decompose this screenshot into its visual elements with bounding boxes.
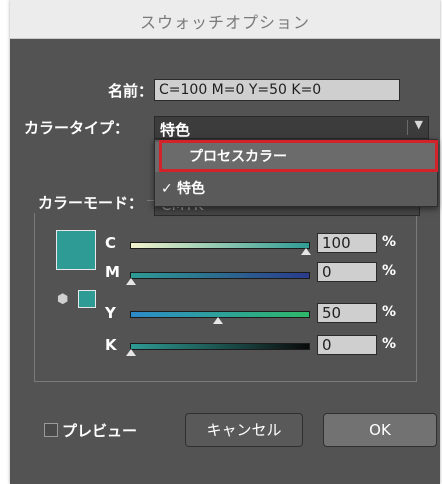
name-input[interactable]: C=100 M=0 Y=50 K=0 [154, 79, 400, 101]
channel-label-k: K [105, 336, 117, 354]
percent-y: % [382, 304, 397, 320]
color-swatch-small[interactable] [78, 290, 96, 308]
value-input-m[interactable]: 0 [317, 262, 377, 282]
percent-k: % [382, 336, 397, 352]
slider-thumb-k[interactable] [126, 349, 136, 356]
channel-label-m: M [105, 263, 120, 281]
channel-label-c: C [105, 234, 117, 252]
slider-thumb-m[interactable] [126, 278, 136, 285]
chevron-down-icon: ▼ [414, 118, 423, 131]
color-swatch-preview [56, 230, 96, 270]
value-input-k[interactable]: 0 [317, 335, 377, 355]
preview-label: プレビュー [62, 422, 138, 440]
slider-c[interactable] [130, 242, 310, 249]
highlight-box [159, 140, 438, 172]
menu-item-spot-color[interactable]: ✓ 特色 [155, 174, 437, 204]
slider-thumb-y[interactable] [213, 317, 223, 324]
value-input-y[interactable]: 50 [317, 303, 377, 323]
name-label: 名前： [108, 82, 154, 100]
check-icon: ✓ [161, 181, 173, 197]
menu-item-label: 特色 [177, 181, 205, 197]
preview-checkbox[interactable] [44, 423, 58, 437]
select-divider [407, 120, 408, 135]
slider-k[interactable] [130, 343, 310, 350]
slider-m[interactable] [130, 272, 310, 279]
channel-label-y: Y [105, 304, 116, 322]
color-mode-label: カラーモード： [34, 192, 148, 213]
dialog-title: スウォッチオプション [139, 13, 310, 32]
cancel-button[interactable]: キャンセル [185, 413, 303, 447]
color-type-value: 特色 [160, 121, 191, 139]
color-type-label: カラータイプ： [24, 119, 130, 137]
ok-button[interactable]: OK [323, 413, 437, 447]
cube-icon[interactable]: ⬢ [57, 292, 68, 307]
slider-thumb-c[interactable] [301, 248, 311, 255]
percent-c: % [382, 234, 397, 250]
value-input-c[interactable]: 100 [317, 233, 377, 253]
swatch-options-dialog: スウォッチオプション 名前： C=100 M=0 Y=50 K=0 カラータイプ… [10, 0, 440, 484]
color-type-select[interactable]: 特色 ▼ [154, 116, 429, 139]
percent-m: % [382, 263, 397, 279]
title-bar[interactable]: スウォッチオプション [10, 0, 440, 39]
